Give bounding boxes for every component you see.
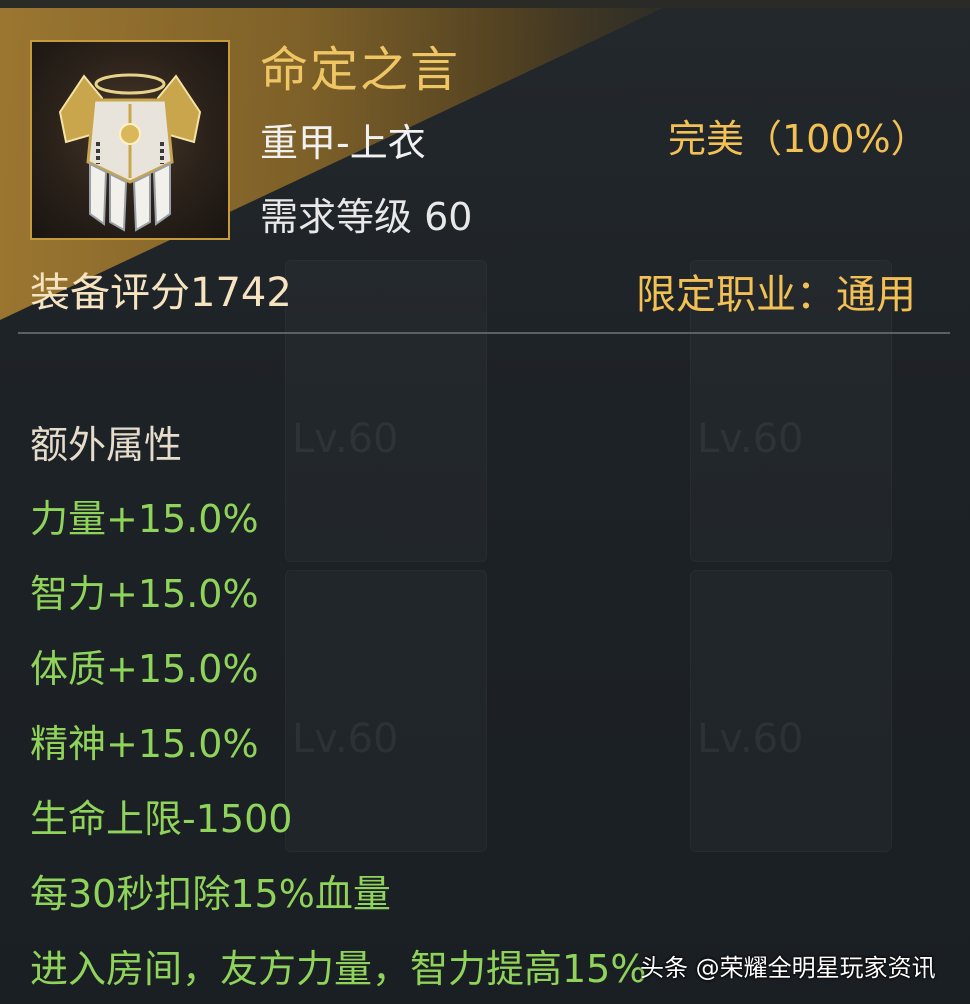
- divider: [18, 332, 950, 334]
- attribute-line: 力量+15.0%: [30, 497, 259, 541]
- watermark: 头条 @荣耀全明星玩家资讯: [640, 954, 936, 982]
- attribute-line: 精神+15.0%: [30, 722, 259, 766]
- attribute-line: 每30秒扣除15%血量: [30, 872, 391, 916]
- bg-panel: [690, 570, 892, 852]
- bg-level-label: Lv.60: [697, 416, 804, 462]
- attribute-line: 进入房间，友方力量，智力提高15%: [30, 947, 647, 991]
- attribute-line: 智力+15.0%: [30, 572, 259, 616]
- item-quality: 完美（100%）: [668, 117, 929, 161]
- bg-level-label: Lv.60: [292, 716, 399, 762]
- bg-panel: [285, 570, 487, 852]
- item-type: 重甲-上衣: [260, 121, 426, 165]
- class-restriction: 限定职业：通用: [636, 272, 916, 318]
- item-tooltip: Lv.60 Lv.60 Lv.60 Lv.60 命定之言 重甲-上衣 需求等级 …: [0, 0, 970, 1004]
- attribute-line: 体质+15.0%: [30, 647, 259, 691]
- bg-level-label: Lv.60: [292, 416, 399, 462]
- attribute-line: 生命上限-1500: [30, 797, 293, 841]
- item-name: 命定之言: [260, 42, 461, 98]
- level-requirement: 需求等级 60: [260, 195, 473, 239]
- heavy-armor-chest-icon: [30, 40, 230, 240]
- extra-attributes-title: 额外属性: [30, 423, 183, 467]
- bg-level-label: Lv.60: [697, 716, 804, 762]
- equipment-score: 装备评分1742: [30, 270, 292, 316]
